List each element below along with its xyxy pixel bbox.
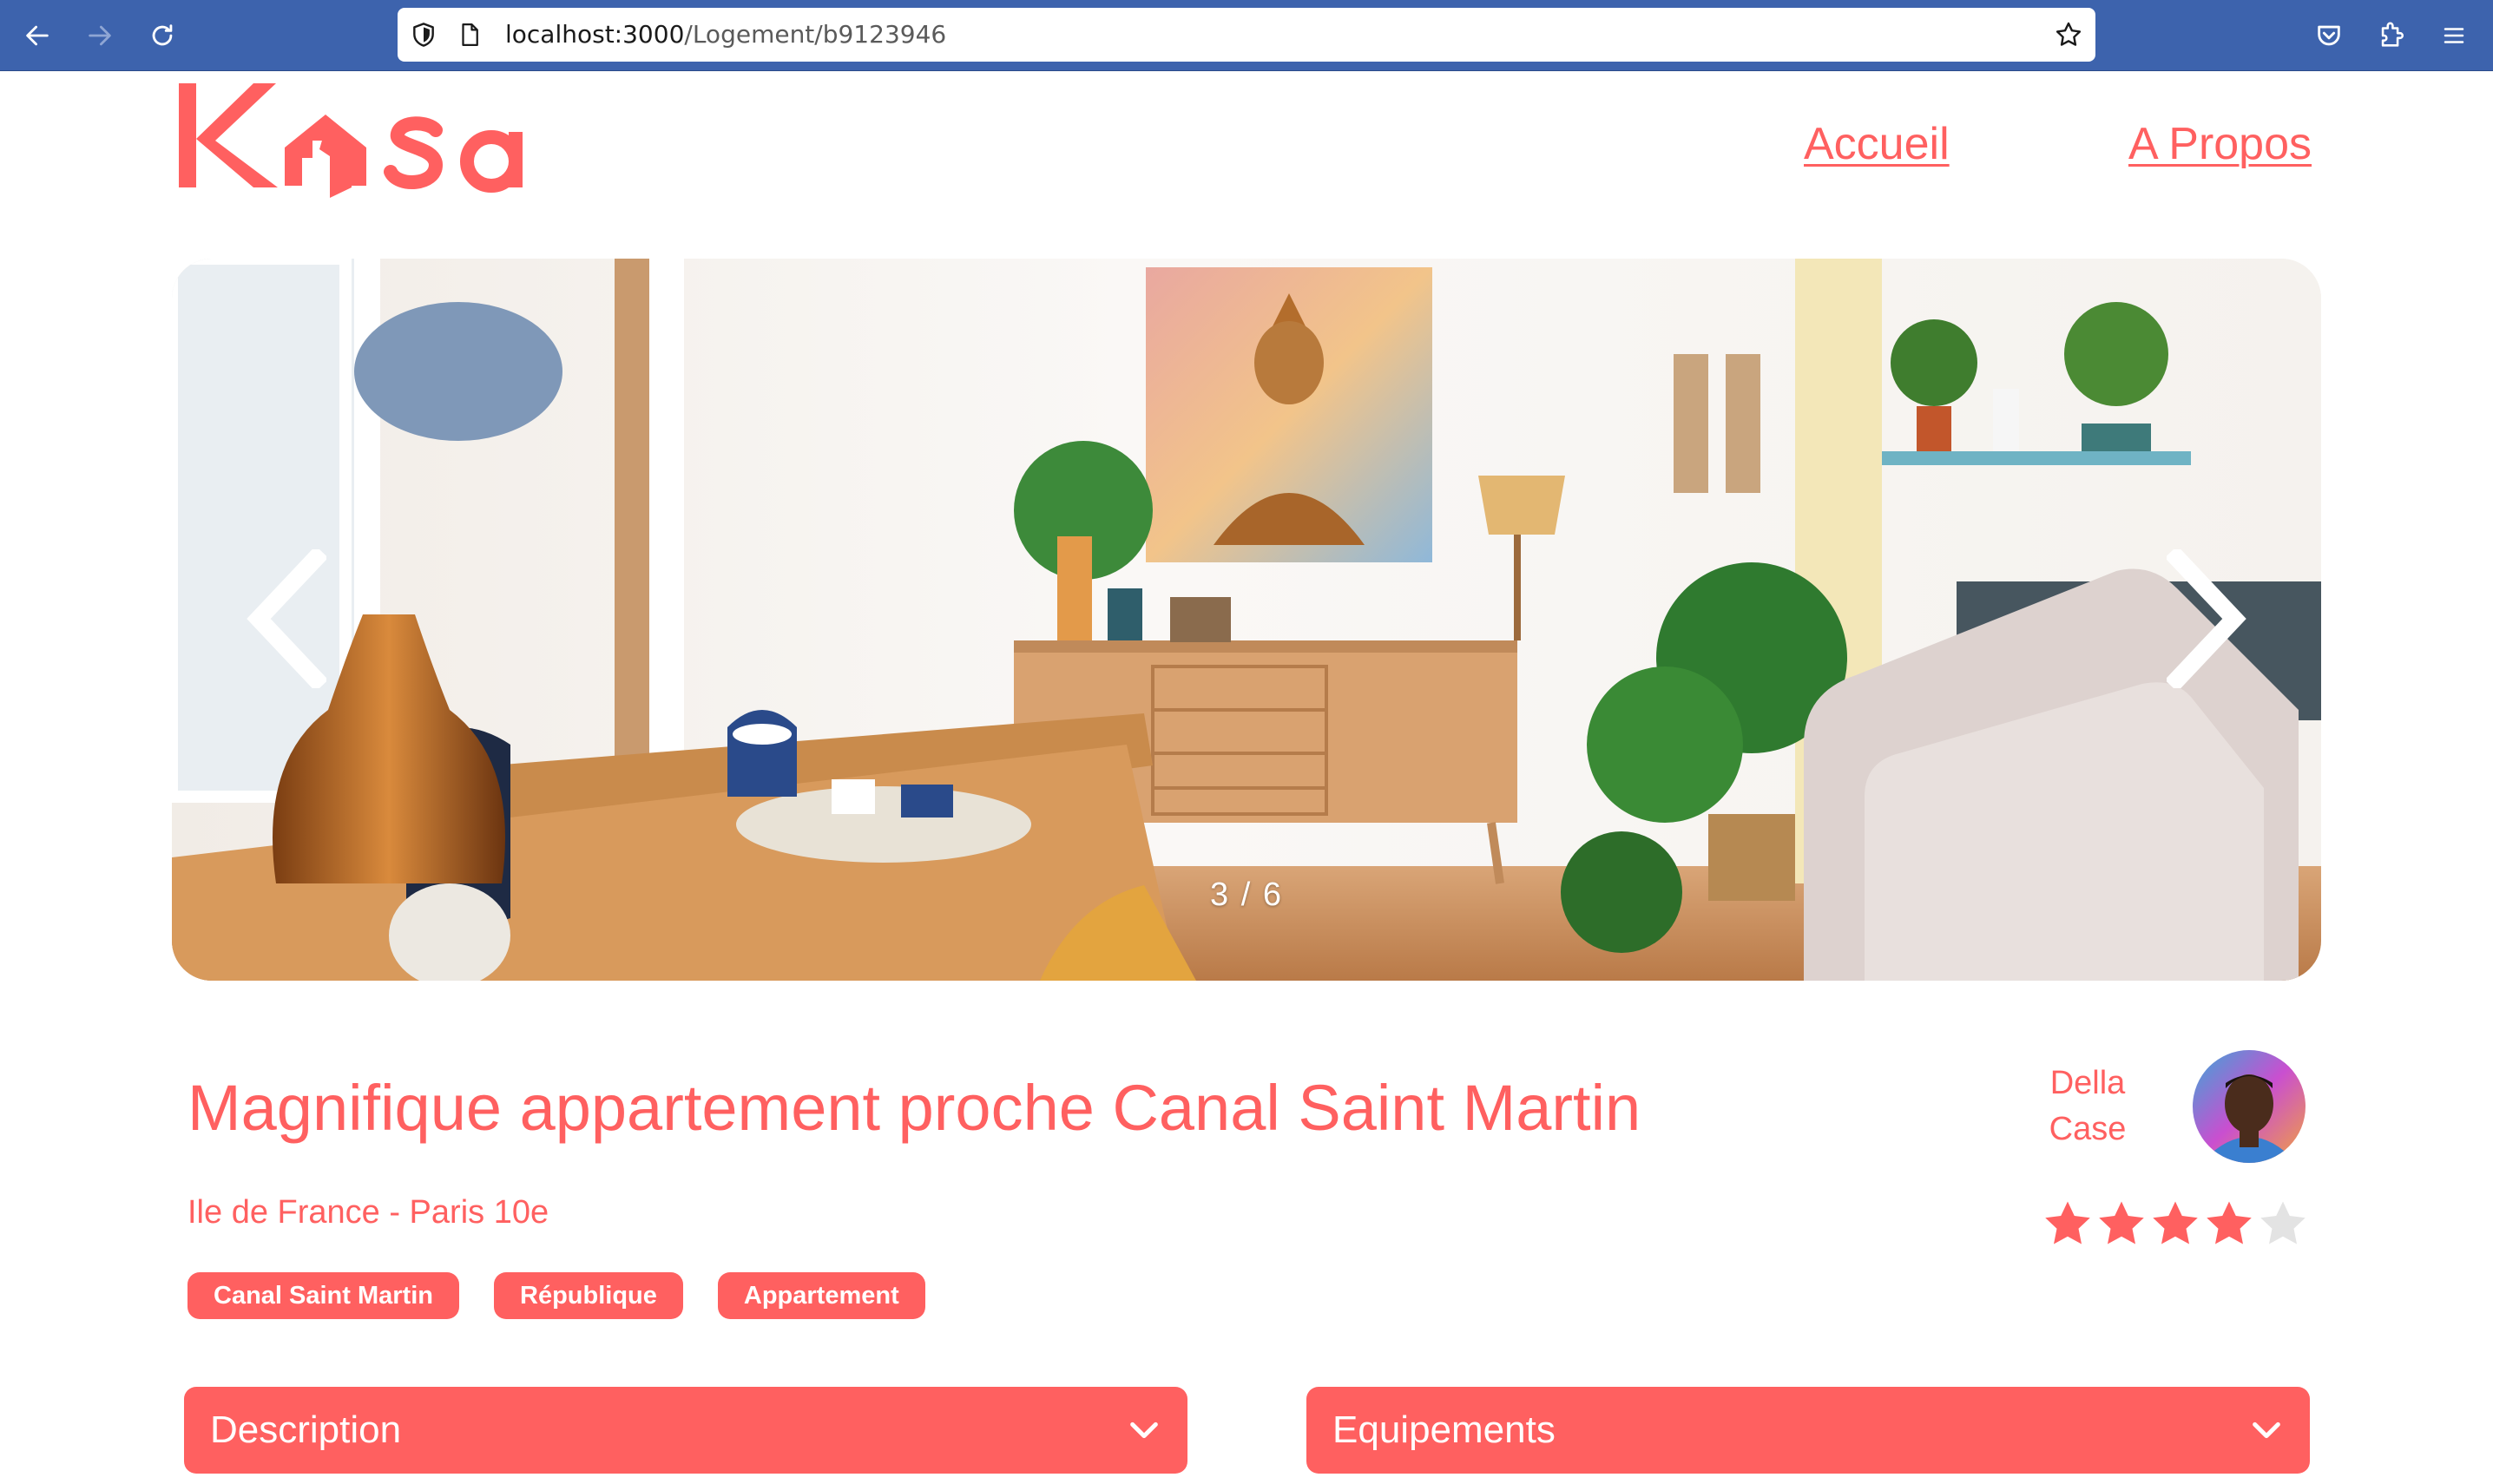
equipements-collapse-label: Equipements	[1332, 1408, 1556, 1451]
chevron-down-icon	[2253, 1422, 2280, 1439]
star-empty-icon	[2260, 1201, 2306, 1244]
extensions-button[interactable]	[2370, 14, 2413, 57]
tag-item: Appartement	[717, 1272, 925, 1319]
pocket-button[interactable]	[2307, 14, 2351, 57]
hamburger-menu-icon	[2444, 28, 2464, 43]
reload-button[interactable]	[141, 14, 184, 57]
reload-icon	[152, 24, 173, 46]
url-host: localhost:3000	[505, 20, 685, 49]
carousel-next-button[interactable]	[2154, 536, 2259, 701]
listing-location: Ile de France - Paris 10e	[187, 1194, 549, 1231]
nav-link-a-propos[interactable]: A Propos	[2128, 121, 2312, 167]
description-collapse-label: Description	[210, 1408, 402, 1451]
forward-button[interactable]	[78, 14, 122, 57]
carousel-prev-button[interactable]	[234, 536, 339, 701]
browser-toolbar: localhost:3000/Logement/b9123946	[0, 0, 2493, 71]
star-filled-icon	[2045, 1201, 2090, 1244]
url-text[interactable]: localhost:3000/Logement/b9123946	[505, 8, 946, 62]
star-filled-icon	[2099, 1201, 2144, 1244]
arrow-right-icon	[89, 25, 111, 46]
chevron-right-icon	[2167, 549, 2246, 688]
nav-link-accueil[interactable]: Accueil	[1804, 121, 1950, 167]
host-name: Della Case	[1996, 1060, 2179, 1152]
puzzle-icon	[2381, 22, 2404, 47]
page-icon	[462, 23, 478, 46]
photo-carousel: 3 / 6	[172, 259, 2321, 981]
carousel-image	[172, 259, 2321, 981]
url-path: /Logement/b9123946	[684, 20, 947, 49]
menu-button[interactable]	[2432, 14, 2476, 57]
shield-icon[interactable]	[410, 21, 437, 49]
arrow-left-icon	[26, 25, 49, 46]
tag-item: République	[494, 1272, 683, 1319]
host-first-name: Della	[2049, 1065, 2126, 1101]
host-last-name: Case	[2049, 1111, 2127, 1147]
host-avatar-image	[2193, 1050, 2306, 1163]
carousel-counter: 3 / 6	[1210, 877, 1283, 913]
back-button[interactable]	[16, 14, 59, 57]
rating-stars	[2042, 1198, 2309, 1250]
star-outline-icon[interactable]	[2054, 20, 2083, 49]
address-bar[interactable]: localhost:3000/Logement/b9123946	[398, 8, 2095, 62]
star-filled-icon	[2153, 1201, 2198, 1244]
description-collapse[interactable]: Description	[184, 1387, 1187, 1474]
chevron-down-icon	[1130, 1422, 1158, 1439]
pocket-icon	[2318, 25, 2340, 46]
host-avatar	[2193, 1050, 2306, 1163]
equipements-collapse[interactable]: Equipements	[1306, 1387, 2310, 1474]
kasa-logo[interactable]	[174, 80, 556, 201]
tag-list: Canal Saint Martin République Appartemen…	[187, 1272, 925, 1319]
kasa-logo-image	[179, 83, 523, 198]
chevron-left-icon	[247, 549, 326, 688]
tag-item: Canal Saint Martin	[187, 1272, 459, 1319]
listing-title: Magnifique appartement proche Canal Sain…	[187, 1072, 1641, 1144]
star-filled-icon	[2207, 1201, 2252, 1244]
